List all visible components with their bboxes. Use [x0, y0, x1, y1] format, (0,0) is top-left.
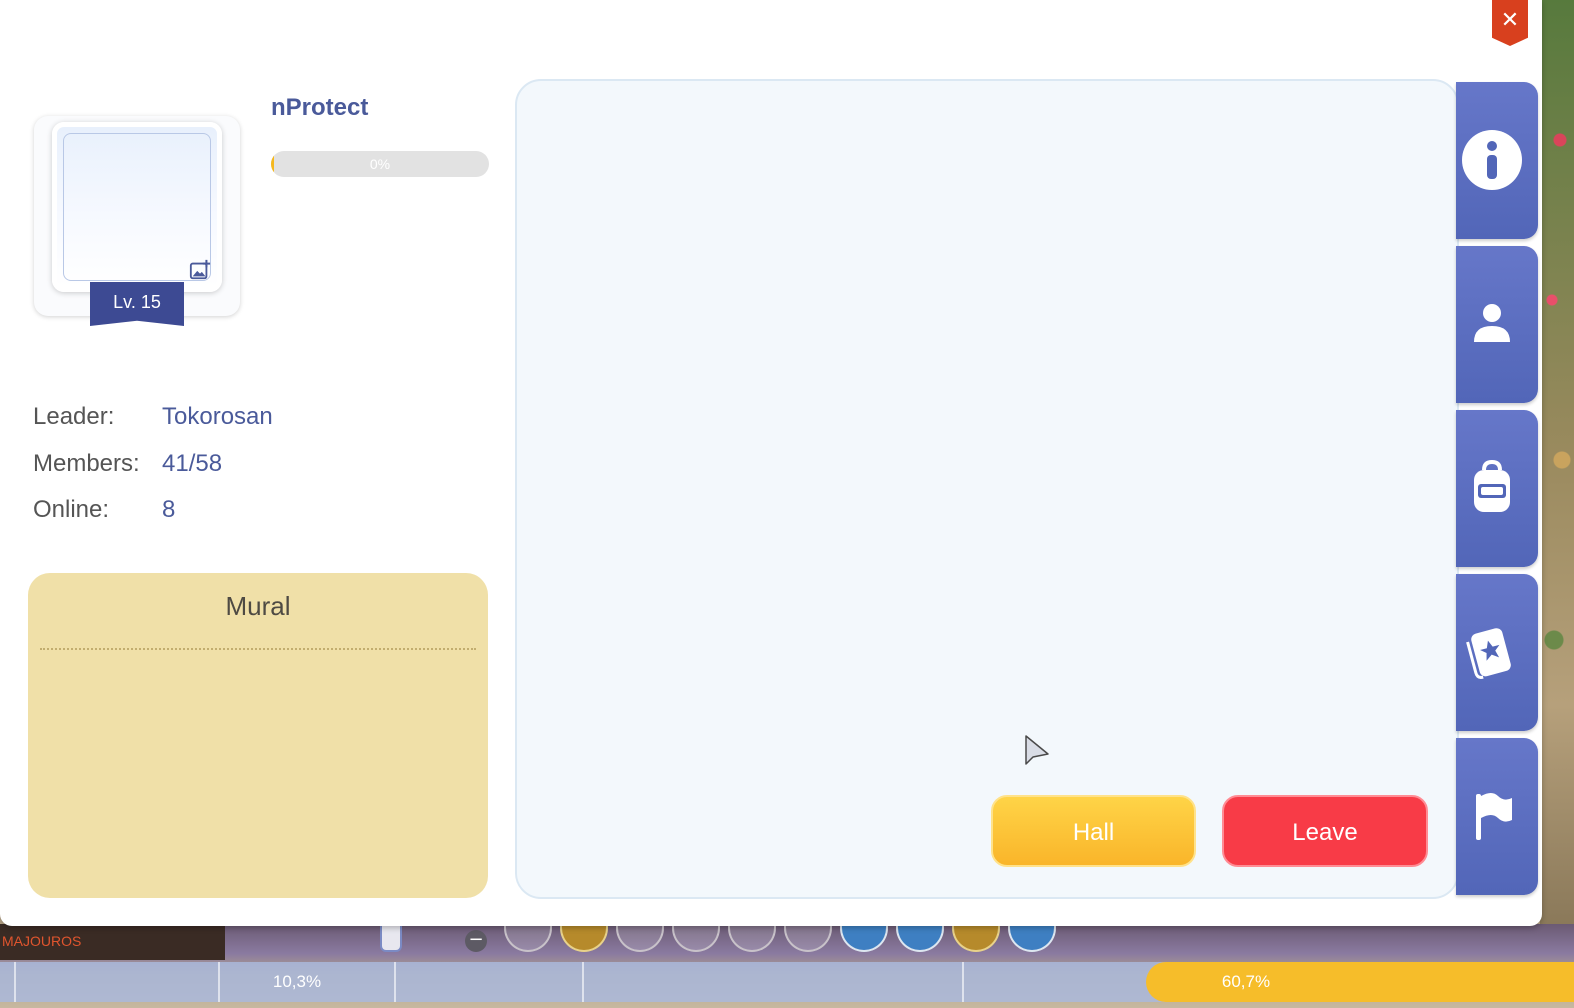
online-value: 8	[162, 496, 176, 523]
hotkey-slot[interactable]	[1008, 924, 1056, 952]
hotkey-slot[interactable]	[672, 924, 720, 952]
exp-divider	[14, 962, 16, 1002]
hotkey-slot[interactable]	[560, 924, 608, 952]
tab-members[interactable]	[1456, 246, 1538, 403]
members-label: Members:	[33, 450, 140, 477]
base-exp-percent: 10,3%	[272, 972, 322, 991]
online-label: Online:	[33, 496, 110, 523]
hotkey-slot[interactable]	[784, 924, 832, 952]
leader-label: Leader:	[33, 403, 115, 430]
level-badge: Lv. 15	[90, 282, 184, 326]
exp-divider	[962, 962, 964, 1002]
mouse-cursor-icon	[1025, 735, 1049, 765]
hotkey-slot[interactable]	[896, 924, 944, 952]
close-button[interactable]: ✕	[1492, 0, 1528, 46]
skill-card-icon	[1466, 628, 1511, 679]
chat-text: MAJOUROS	[2, 933, 82, 949]
exp-divider	[218, 962, 220, 1002]
job-exp-bar: 60,7%	[1146, 962, 1574, 1002]
content-panel	[515, 79, 1459, 899]
progress-text: 0%	[369, 156, 391, 172]
hotkey-bar	[466, 924, 1056, 952]
hall-button[interactable]: Hall	[991, 795, 1196, 867]
mural-title: Mural	[225, 591, 291, 621]
leave-button[interactable]: Leave	[1222, 795, 1428, 867]
chat-scrollbar[interactable]	[380, 924, 402, 952]
hotkey-slot[interactable]	[840, 924, 888, 952]
hotkey-slot[interactable]	[952, 924, 1000, 952]
exp-divider	[582, 962, 584, 1002]
tab-territory[interactable]	[1456, 738, 1538, 895]
hotkey-slot[interactable]	[504, 924, 552, 952]
tab-storage[interactable]	[1456, 410, 1538, 567]
flag-icon	[1476, 793, 1512, 840]
tab-skills[interactable]	[1456, 574, 1538, 731]
hotkey-slot[interactable]	[616, 924, 664, 952]
game-scene-right	[1540, 0, 1574, 1008]
members-value: 41/58	[162, 450, 223, 477]
guild-name: nProtect	[271, 94, 369, 121]
info-icon	[1462, 130, 1522, 190]
mural-board[interactable]: Mural	[28, 573, 488, 898]
upload-image-icon[interactable]	[189, 259, 211, 281]
job-exp-percent: 60,7%	[1221, 972, 1271, 991]
hotkey-slot[interactable]	[728, 924, 776, 952]
mural-divider	[40, 648, 476, 650]
guild-exp-progress: 0%	[271, 151, 489, 177]
emblem-image[interactable]	[52, 122, 222, 292]
leader-value: Tokorosan	[162, 403, 273, 430]
tab-info[interactable]	[1456, 82, 1538, 239]
guild-emblem: Lv. 15	[30, 112, 240, 327]
member-icon	[1474, 304, 1510, 342]
exp-divider	[394, 962, 396, 1002]
guild-window: ✕ Lv. 15 nProtect 0% Leader: Tokorosan M…	[0, 0, 1542, 926]
backpack-icon	[1474, 459, 1510, 512]
